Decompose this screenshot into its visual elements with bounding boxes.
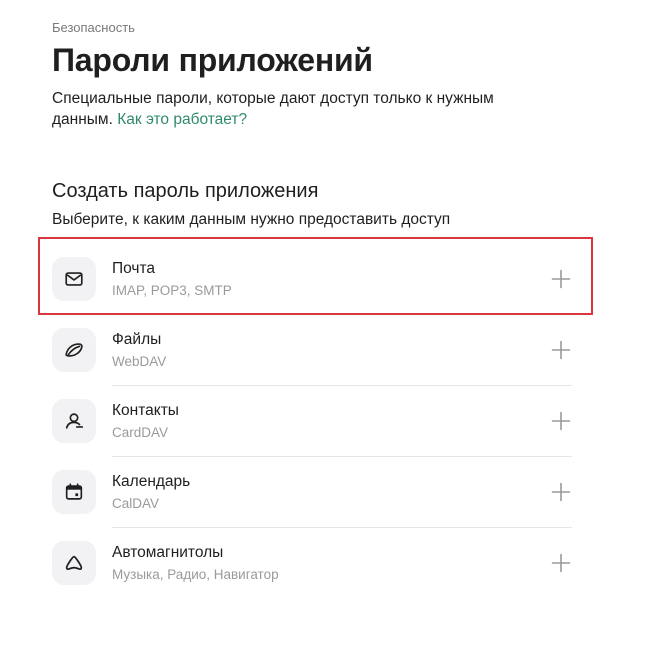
page-title: Пароли приложений (52, 42, 373, 78)
option-files[interactable]: Файлы WebDAV (52, 315, 572, 386)
plus-icon[interactable] (550, 481, 572, 503)
contacts-icon (52, 399, 96, 443)
how-it-works-link[interactable]: Как это работает? (117, 111, 247, 128)
option-title: Автомагнитолы (112, 544, 224, 561)
option-subtitle: CardDAV (112, 425, 169, 440)
option-contacts[interactable]: Контакты CardDAV (52, 386, 572, 457)
plus-icon[interactable] (550, 339, 572, 361)
calendar-icon (52, 470, 96, 514)
files-icon (52, 328, 96, 372)
access-options-list: Почта IMAP, POP3, SMTP Файлы WebDAV Конт… (52, 244, 572, 598)
option-title: Календарь (112, 473, 191, 490)
option-calendar[interactable]: Календарь CalDAV (52, 457, 572, 528)
create-section-title: Создать пароль приложения (52, 180, 319, 202)
plus-icon[interactable] (550, 268, 572, 290)
option-subtitle: WebDAV (112, 354, 167, 369)
mail-icon (52, 257, 96, 301)
option-title: Контакты (112, 402, 179, 419)
option-title: Файлы (112, 331, 162, 348)
create-section-subtitle: Выберите, к каким данным нужно предостав… (52, 211, 451, 228)
option-mail[interactable]: Почта IMAP, POP3, SMTP (52, 244, 572, 315)
car-radio-icon (52, 541, 96, 585)
option-subtitle: Музыка, Радио, Навигатор (112, 567, 279, 582)
plus-icon[interactable] (550, 552, 572, 574)
option-car-radio[interactable]: Автомагнитолы Музыка, Радио, Навигатор (52, 528, 572, 598)
page-description: Специальные пароли, которые дают доступ … (52, 88, 522, 130)
option-subtitle: CalDAV (112, 496, 160, 511)
option-subtitle: IMAP, POP3, SMTP (112, 283, 232, 298)
breadcrumb[interactable]: Безопасность (52, 20, 135, 35)
plus-icon[interactable] (550, 410, 572, 432)
option-title: Почта (112, 260, 156, 277)
